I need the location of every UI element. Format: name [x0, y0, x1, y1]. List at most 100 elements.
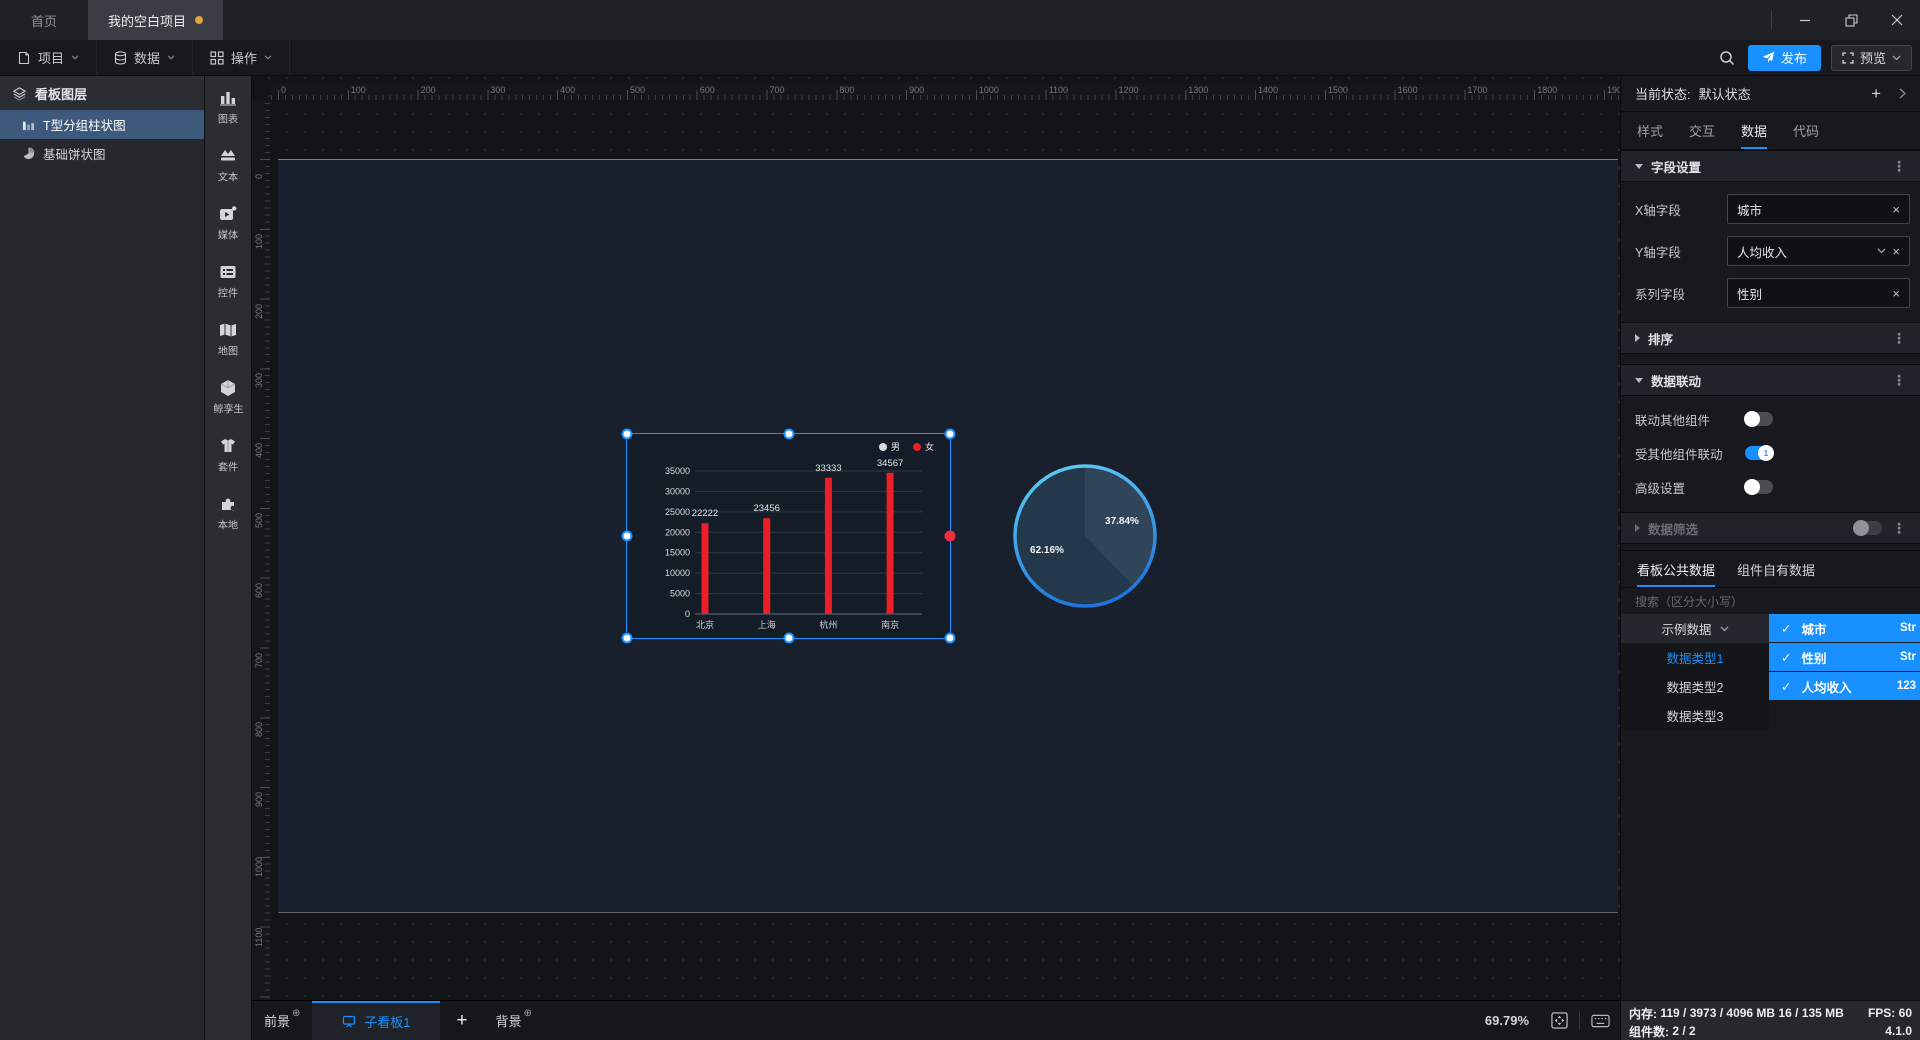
keyboard-shortcuts-icon[interactable] [1586, 1014, 1614, 1028]
grouped-bar-chart-component[interactable]: 0 5000 10000 15000 20000 25000 30000 35000 北京 222… [621, 428, 956, 644]
data-filter-section-header[interactable]: 数据筛选 ⋮ [1621, 512, 1920, 544]
preview-button[interactable]: 预览 [1830, 44, 1912, 71]
strip-item-control[interactable]: 控件 [217, 262, 239, 301]
resize-handle-nw[interactable] [621, 428, 633, 440]
tab-data[interactable]: 数据 [1741, 112, 1768, 149]
add-state-button[interactable]: + [1871, 84, 1881, 104]
strip-item-media[interactable]: 媒体 [217, 204, 239, 243]
chevron-down-icon[interactable] [1877, 248, 1886, 254]
ruler-tick-label: 1100 [1048, 85, 1069, 95]
publish-button[interactable]: 发布 [1747, 44, 1821, 71]
strip-item-local[interactable]: 本地 [217, 494, 239, 533]
ruler-tick-label: 1600 [1397, 85, 1418, 95]
search-icon[interactable] [1710, 50, 1744, 66]
chevron-right-icon[interactable] [1899, 88, 1906, 99]
resize-handle-e[interactable] [944, 530, 956, 542]
data-field-row[interactable]: ✓ 性别 Str [1769, 643, 1920, 671]
data-field-row[interactable]: ✓ 人均收入 123 [1769, 672, 1920, 700]
link-other-components-toggle[interactable] [1744, 411, 1773, 427]
menubar: 项目 数据 操作 发布 预览 [0, 40, 1920, 76]
resize-handle-s[interactable] [783, 632, 794, 644]
x-axis-field-input[interactable]: 城市 × [1727, 194, 1910, 224]
resize-handle-w[interactable] [621, 530, 633, 542]
y-axis-field-input[interactable]: 人均收入 × [1727, 236, 1910, 266]
data-field-row[interactable]: ✓ 城市 Str [1769, 614, 1920, 642]
dataset-type-2[interactable]: 数据类型2 [1621, 672, 1769, 701]
layers-icon [12, 86, 27, 101]
minimize-button[interactable] [1782, 0, 1828, 40]
data-search-input[interactable]: 搜索（区分大小写） [1621, 588, 1920, 614]
ruler-tick-label: 0 [254, 173, 264, 179]
caret-right-icon [1635, 524, 1640, 532]
background-button[interactable]: 背景 ⊕ [484, 1008, 544, 1030]
caret-right-icon [1635, 334, 1640, 342]
resize-handle-ne[interactable] [944, 428, 956, 440]
menu-data[interactable]: 数据 [97, 40, 194, 75]
advanced-settings-toggle[interactable] [1744, 479, 1773, 495]
restore-button[interactable] [1828, 0, 1874, 40]
tab-project[interactable]: 我的空白项目 [88, 0, 224, 40]
layer-item-basic-pie[interactable]: 基础饼状图 [0, 139, 204, 168]
strip-item-map[interactable]: 地图 [217, 320, 239, 359]
kebab-menu-icon[interactable]: ⋮ [1892, 373, 1906, 387]
fit-screen-icon[interactable] [1545, 1012, 1573, 1029]
clear-field-icon[interactable]: × [1892, 286, 1900, 301]
ruler-tick-label: 800 [839, 85, 855, 95]
add-subboard-button[interactable]: + [440, 1010, 483, 1032]
series-field-input[interactable]: 性别 × [1727, 278, 1910, 308]
tab-home[interactable]: 首页 [0, 0, 88, 40]
foreground-add-icon[interactable]: ⊕ [292, 1008, 300, 1019]
clear-field-icon[interactable]: × [1892, 244, 1900, 259]
strip-item-label: 鲸孪生 [212, 404, 244, 416]
menu-project[interactable]: 项目 [0, 40, 98, 75]
dataset-type-3[interactable]: 数据类型3 [1621, 701, 1769, 730]
canvas[interactable]: 0 100 200 300 400 500 600 700 800 900 1000 1100 1200… [252, 76, 1620, 1000]
tab-interaction[interactable]: 交互 [1689, 112, 1715, 149]
strip-item-kit[interactable]: 套件 [217, 436, 239, 475]
kebab-menu-icon[interactable]: ⋮ [1892, 159, 1906, 173]
data-filter-toggle[interactable] [1853, 520, 1882, 536]
menu-label: 项目 [38, 51, 65, 66]
menu-ops[interactable]: 操作 [193, 40, 291, 75]
svg-text:34567: 34567 [877, 458, 903, 469]
subboard-tab-label: 子看板1 [364, 1015, 411, 1030]
resize-handle-n[interactable] [783, 428, 794, 440]
dataset-type-1[interactable]: 数据类型1 [1621, 643, 1769, 672]
tab-style[interactable]: 样式 [1637, 112, 1663, 149]
strip-item-twin[interactable]: 鲸孪生 [212, 378, 245, 417]
background-add-icon[interactable]: ⊕ [524, 1008, 532, 1019]
ruler-tick-label: 700 [769, 85, 785, 95]
strip-item-chart[interactable]: 图表 [217, 88, 239, 127]
strip-item-text[interactable]: 文本 [217, 146, 239, 185]
dataset-selector[interactable]: 示例数据 [1621, 614, 1769, 643]
resize-handle-se[interactable] [944, 632, 956, 644]
pie-chart-component[interactable]: 37.84% 62.16% [1007, 458, 1163, 614]
tab-code[interactable]: 代码 [1793, 112, 1819, 149]
field-value: 人均收入 [1737, 245, 1788, 260]
kebab-menu-icon[interactable]: ⋮ [1892, 331, 1906, 345]
foreground-button[interactable]: 前景 ⊕ [252, 1008, 312, 1030]
ruler-tick-label: 900 [254, 792, 264, 808]
caret-down-icon [1635, 377, 1643, 383]
chevron-down-icon [1720, 626, 1728, 631]
dataset-browser: 示例数据 数据类型1 数据类型2 数据类型3 ✓ 城市 Str ✓ 性别 Str ✓ 人均收入 123 [1621, 614, 1920, 730]
ruler-tick-label: 400 [254, 443, 264, 459]
clear-field-icon[interactable]: × [1892, 202, 1900, 217]
sort-section-header[interactable]: 排序 ⋮ [1621, 322, 1920, 354]
strip-item-label: 图表 [217, 114, 239, 126]
ruler-tick-label: 100 [254, 233, 264, 249]
resize-handle-sw[interactable] [621, 632, 633, 644]
kebab-menu-icon[interactable]: ⋮ [1892, 521, 1906, 535]
layer-item-grouped-bar[interactable]: T型分组柱状图 [0, 110, 204, 139]
data-linkage-section-header[interactable]: 数据联动 ⋮ [1621, 364, 1920, 396]
tab-component-own-data[interactable]: 组件自有数据 [1737, 551, 1815, 587]
linked-by-others-toggle[interactable]: 1 [1745, 445, 1774, 461]
titlebar-divider [1771, 11, 1772, 29]
layers-panel-header: 看板图层 [0, 76, 204, 110]
tab-board-shared-data[interactable]: 看板公共数据 [1637, 551, 1716, 587]
subboard-tab[interactable]: 子看板1 [312, 1000, 441, 1040]
close-button[interactable] [1874, 0, 1920, 40]
svg-text:23456: 23456 [753, 503, 779, 514]
field-settings-section-header[interactable]: 字段设置 ⋮ [1621, 150, 1920, 182]
app-body: 看板图层 T型分组柱状图 基础饼状图 图表 文本 媒体 控件 地图 鲸孪生 套件 本地 0 10… [0, 76, 1920, 1040]
